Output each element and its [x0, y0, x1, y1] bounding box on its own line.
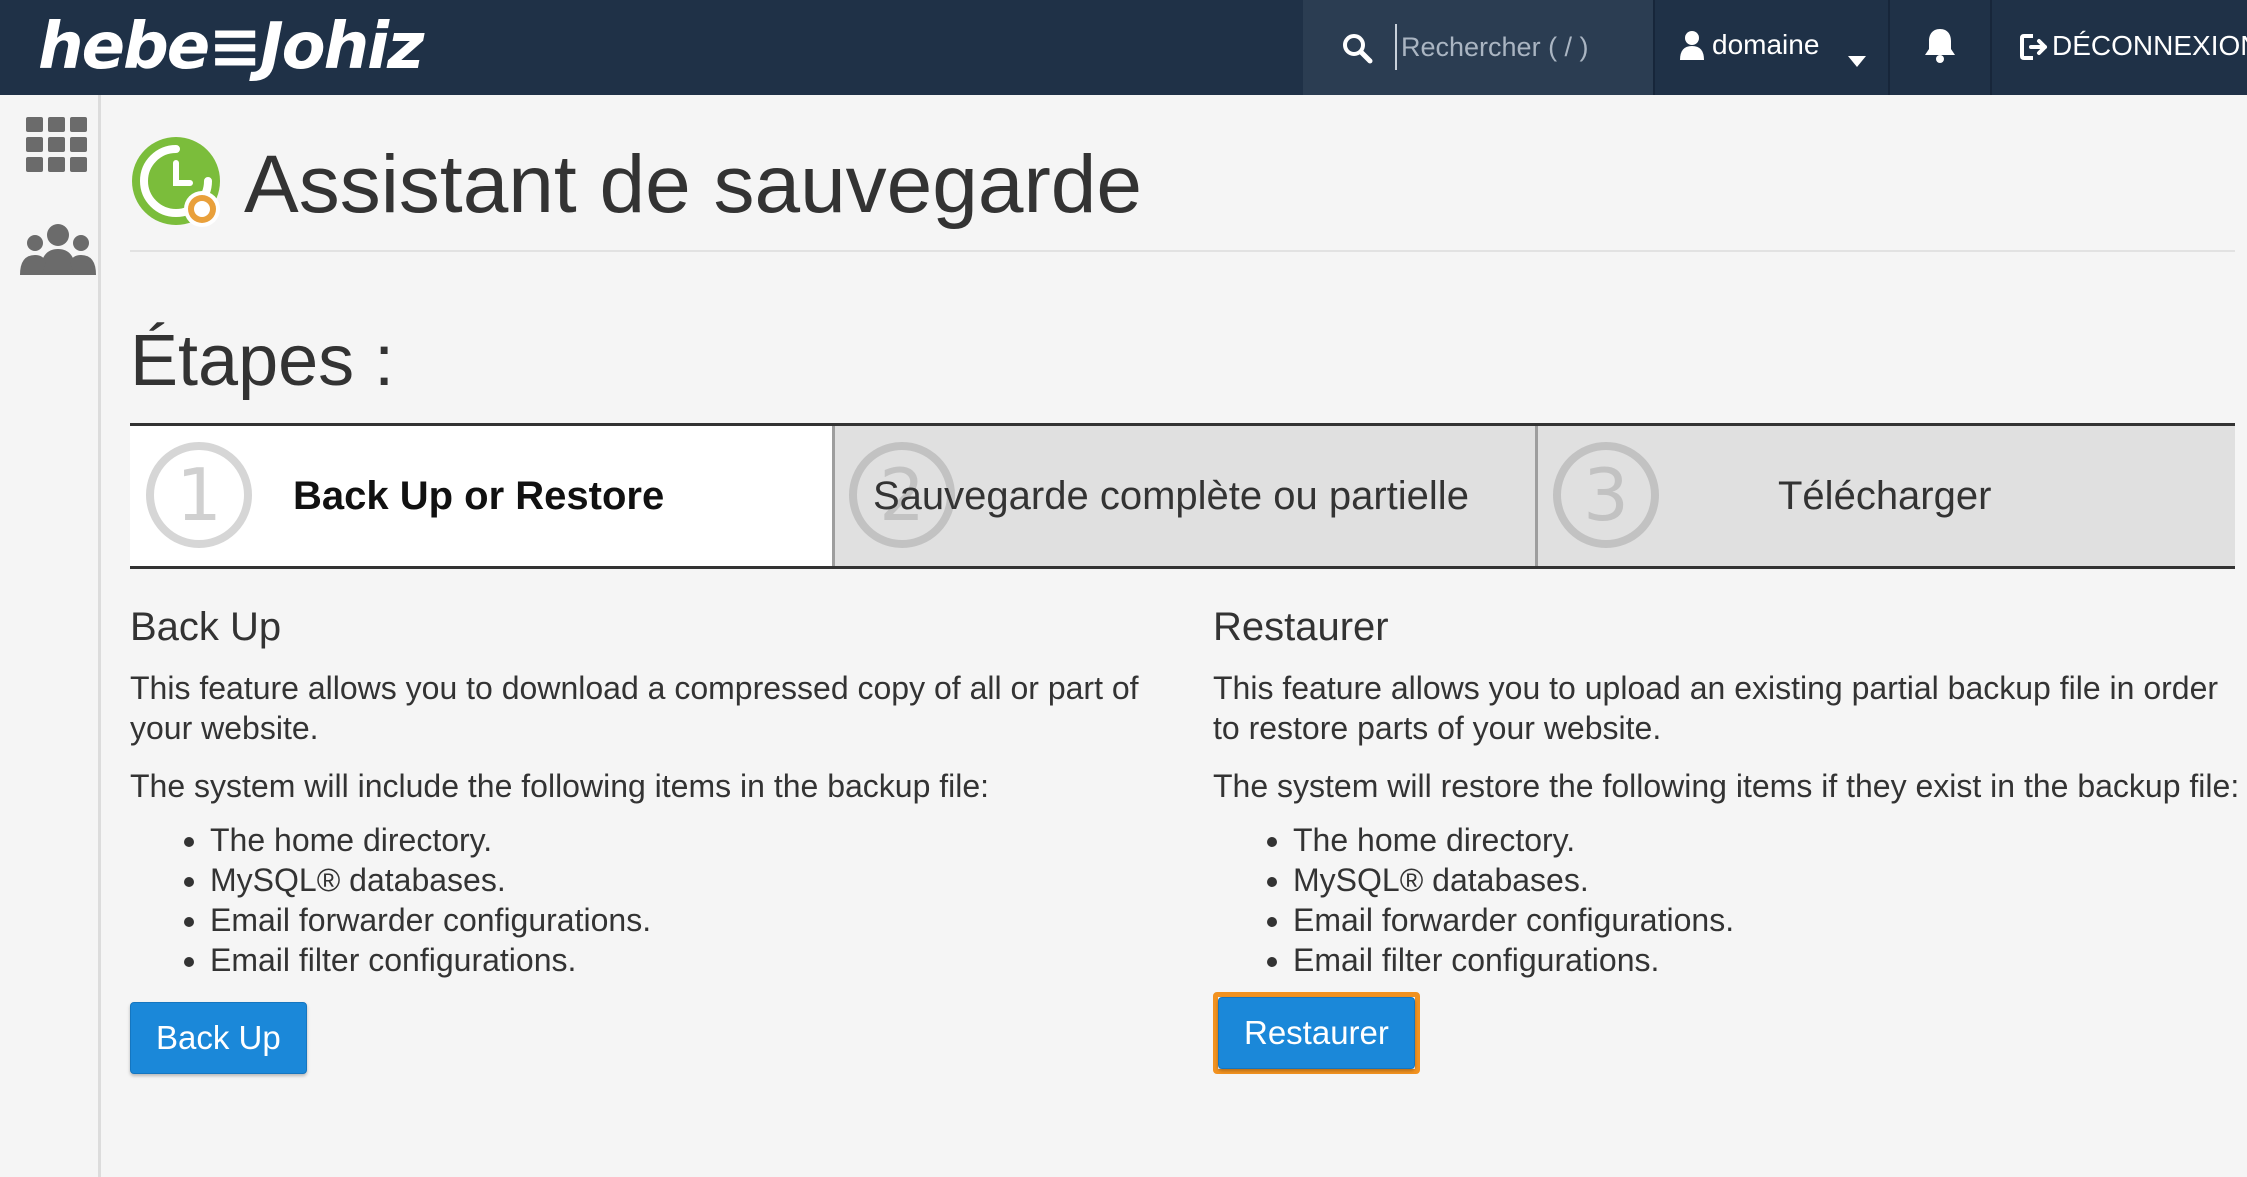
- restore-description: This feature allows you to upload an exi…: [1213, 670, 2219, 746]
- user-menu[interactable]: domaine: [1655, 0, 1888, 95]
- step-number-circle: 3: [1553, 442, 1659, 548]
- users-button[interactable]: [18, 223, 98, 280]
- step-3: 3 Télécharger: [1535, 426, 2235, 566]
- users-icon: [18, 224, 98, 279]
- list-item: Email filter configurations.: [210, 940, 1170, 980]
- step-1: 1 Back Up or Restore: [130, 426, 832, 566]
- page-header: Assistant de sauvegarde: [130, 130, 1142, 240]
- search-box[interactable]: [1303, 0, 1653, 95]
- bell-icon: [1923, 27, 1957, 68]
- backup-section: Back Up This feature allows you to downl…: [130, 605, 1170, 1074]
- logout-button[interactable]: DÉCONNEXION: [1992, 0, 2247, 95]
- page-title: Assistant de sauvegarde: [244, 139, 1142, 230]
- list-item: MySQL® databases.: [210, 860, 1170, 900]
- list-item: The home directory.: [210, 820, 1170, 860]
- logout-icon: [2019, 33, 2049, 68]
- brand-logo[interactable]: hebe≡Johiz: [38, 6, 424, 88]
- search-icon: [1341, 32, 1373, 69]
- restore-items-list: The home directory. MySQL® databases. Em…: [1213, 820, 2243, 980]
- divider: [130, 250, 2235, 252]
- step-label: Back Up or Restore: [293, 473, 665, 518]
- list-item: Email filter configurations.: [1293, 940, 2243, 980]
- backup-items-list: The home directory. MySQL® databases. Em…: [130, 820, 1170, 980]
- search-input[interactable]: [1395, 24, 1643, 70]
- logout-label: DÉCONNEXION: [2052, 30, 2247, 61]
- grid-icon: [26, 117, 88, 177]
- list-item: The home directory.: [1293, 820, 2243, 860]
- backup-button[interactable]: Back Up: [130, 1002, 307, 1074]
- steps-bar: 1 Back Up or Restore 2 Sauvegarde complè…: [130, 423, 2235, 569]
- list-item: Email forwarder configurations.: [1293, 900, 2243, 940]
- list-item: MySQL® databases.: [1293, 860, 2243, 900]
- steps-heading: Étapes :: [130, 321, 395, 401]
- sidebar: [0, 95, 101, 1177]
- backup-description: This feature allows you to download a co…: [130, 670, 1139, 746]
- logo-text: hebe≡Johiz: [38, 10, 424, 84]
- list-item: Email forwarder configurations.: [210, 900, 1170, 940]
- top-navbar: hebe≡Johiz domaine: [0, 0, 2247, 95]
- step-label: Sauvegarde complète ou partielle: [873, 473, 1469, 518]
- user-icon: [1678, 30, 1706, 67]
- restore-heading: Restaurer: [1213, 605, 1389, 649]
- restore-button[interactable]: Restaurer: [1218, 997, 1415, 1069]
- backup-intro: The system will include the following it…: [130, 768, 990, 804]
- chevron-down-icon: [1848, 42, 1866, 74]
- backup-wizard-icon: [130, 135, 226, 236]
- user-label: domaine: [1712, 29, 1820, 60]
- step-label: Télécharger: [1778, 473, 1992, 518]
- highlight-frame: Restaurer: [1213, 992, 1420, 1074]
- step-2: 2 Sauvegarde complète ou partielle: [832, 426, 1535, 566]
- backup-heading: Back Up: [130, 605, 282, 649]
- notifications-button[interactable]: [1890, 0, 1990, 95]
- restore-intro: The system will restore the following it…: [1213, 768, 2240, 804]
- step-number-circle: 1: [146, 442, 252, 548]
- apps-grid-button[interactable]: [26, 117, 88, 178]
- restore-section: Restaurer This feature allows you to upl…: [1213, 605, 2243, 1074]
